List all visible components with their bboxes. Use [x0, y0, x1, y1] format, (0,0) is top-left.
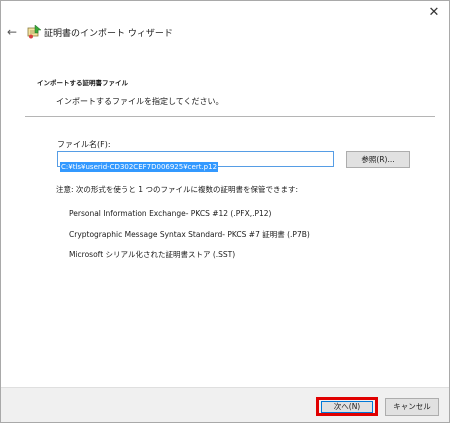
- filename-label: ファイル名(F):: [57, 140, 111, 149]
- header-divider: [25, 116, 435, 117]
- back-arrow-icon[interactable]: ←: [7, 25, 17, 39]
- window-title: 証明書のインポート ウィザード: [44, 29, 173, 39]
- filename-value: C:¥tls¥userid-CD302CEF7D006925¥cert.p12: [60, 162, 219, 172]
- format-item-pfx: Personal Information Exchange- PKCS #12 …: [69, 209, 272, 218]
- wizard-title-bar: ← 証明書のインポート ウィザード: [1, 23, 449, 43]
- certificate-wizard-icon: [27, 24, 42, 39]
- cancel-button[interactable]: キャンセル: [385, 398, 439, 416]
- next-button[interactable]: 次へ(N): [321, 401, 373, 413]
- filename-input[interactable]: C:¥tls¥userid-CD302CEF7D006925¥cert.p12: [57, 151, 334, 172]
- section-description: インポートするファイルを指定してください。: [56, 97, 224, 106]
- browse-button[interactable]: 参照(R)...: [346, 151, 410, 168]
- section-title: インポートする証明書ファイル: [37, 79, 128, 87]
- formats-note: 注意: 次の形式を使うと 1 つのファイルに複数の証明書を保管できます:: [56, 185, 298, 194]
- format-item-sst: Microsoft シリアル化された証明書ストア (.SST): [69, 250, 236, 259]
- close-icon[interactable]: ✕: [425, 5, 443, 21]
- certificate-import-wizard-window: ✕ ← 証明書のインポート ウィザード インポートする証明書ファイル インポート…: [0, 0, 450, 423]
- wizard-footer: [1, 387, 449, 422]
- format-item-p7b: Cryptographic Message Syntax Standard- P…: [69, 230, 310, 239]
